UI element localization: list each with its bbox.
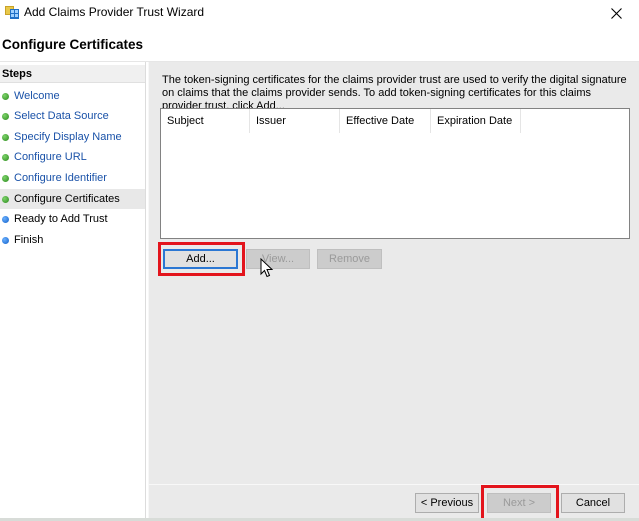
step-configure-certificates: Configure Certificates xyxy=(0,189,145,209)
mouse-cursor-icon xyxy=(260,258,274,278)
step-label: Configure Identifier xyxy=(14,172,107,184)
step-welcome[interactable]: Welcome xyxy=(0,86,145,106)
step-label: Configure Certificates xyxy=(14,193,120,205)
page-title: Configure Certificates xyxy=(2,37,144,52)
status-dot-icon xyxy=(2,237,9,244)
status-dot-icon xyxy=(2,93,9,100)
step-ready-to-add-trust: Ready to Add Trust xyxy=(0,209,145,229)
step-select-data-source[interactable]: Select Data Source xyxy=(0,106,145,126)
step-finish: Finish xyxy=(0,230,145,250)
view-button[interactable]: View... xyxy=(246,249,310,269)
window-title: Add Claims Provider Trust Wizard xyxy=(24,5,205,19)
column-header-subject[interactable]: Subject xyxy=(161,109,250,133)
column-header-expiration-date[interactable]: Expiration Date xyxy=(431,109,521,133)
footer-divider xyxy=(149,484,639,485)
status-dot-icon xyxy=(2,216,9,223)
steps-sidebar: Steps Welcome Select Data Source Specify… xyxy=(0,62,146,521)
add-button-highlight xyxy=(158,242,245,276)
steps-header: Steps xyxy=(0,65,145,83)
status-dot-icon xyxy=(2,175,9,182)
previous-button[interactable]: < Previous xyxy=(415,493,479,513)
close-icon xyxy=(610,7,622,19)
step-label: Finish xyxy=(14,234,44,246)
status-dot-icon xyxy=(2,196,9,203)
next-button-highlight xyxy=(481,485,559,521)
step-label: Specify Display Name xyxy=(14,131,122,143)
status-dot-icon xyxy=(2,134,9,141)
step-label: Configure URL xyxy=(14,151,87,163)
column-header-effective-date[interactable]: Effective Date xyxy=(340,109,431,133)
step-label: Welcome xyxy=(14,90,60,102)
cancel-button[interactable]: Cancel xyxy=(561,493,625,513)
step-configure-identifier[interactable]: Configure Identifier xyxy=(0,168,145,188)
steps-header-label: Steps xyxy=(2,68,32,80)
title-bar: Add Claims Provider Trust Wizard xyxy=(0,0,639,26)
step-specify-display-name[interactable]: Specify Display Name xyxy=(0,127,145,147)
close-button[interactable] xyxy=(593,0,639,26)
step-configure-url[interactable]: Configure URL xyxy=(0,147,145,167)
certificate-list[interactable]: Subject Issuer Effective Date Expiration… xyxy=(160,108,630,239)
status-dot-icon xyxy=(2,154,9,161)
step-label: Ready to Add Trust xyxy=(14,213,108,225)
status-dot-icon xyxy=(2,113,9,120)
remove-button[interactable]: Remove xyxy=(317,249,382,269)
certificate-list-header: Subject Issuer Effective Date Expiration… xyxy=(161,109,629,133)
main-panel: The token-signing certificates for the c… xyxy=(148,62,639,521)
wizard-app-icon xyxy=(5,6,19,19)
column-header-issuer[interactable]: Issuer xyxy=(250,109,340,133)
step-label: Select Data Source xyxy=(14,110,109,122)
